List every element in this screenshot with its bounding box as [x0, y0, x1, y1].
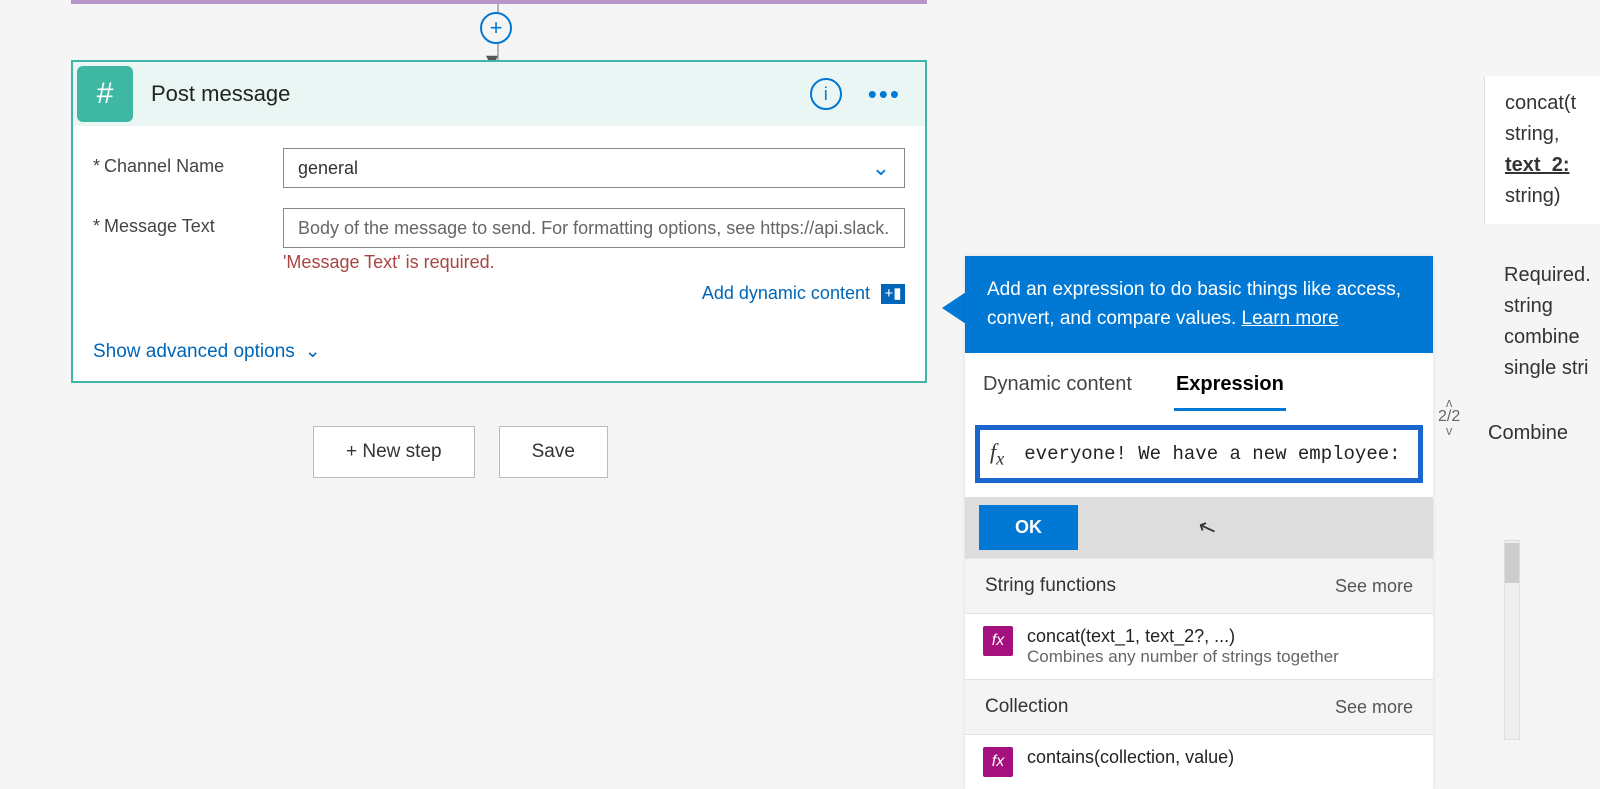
function-list: String functions See more fx concat(text…	[965, 558, 1433, 789]
tab-expression[interactable]: Expression	[1174, 365, 1286, 411]
function-name: contains(collection, value)	[1027, 747, 1234, 768]
message-text-input[interactable]	[283, 208, 905, 248]
function-desc: Combines any number of strings together	[1027, 647, 1339, 667]
show-advanced-options[interactable]: Show advanced options ⌄	[93, 340, 321, 363]
more-icon[interactable]: •••	[868, 79, 901, 110]
add-dynamic-icon: +▮	[881, 284, 905, 304]
section-string-functions: String functions See more	[965, 558, 1433, 614]
doc-line: concat(t	[1505, 88, 1600, 119]
add-dynamic-content-link[interactable]: Add dynamic content +▮	[283, 283, 905, 304]
section-collection: Collection See more	[965, 679, 1433, 735]
ok-row: OK ↖	[965, 497, 1433, 558]
fx-icon: fx	[983, 747, 1013, 777]
doc-tooltip-fragment-2: Required. string combine single stri	[1484, 260, 1600, 384]
pager-up-icon[interactable]: ʌ	[1438, 398, 1460, 408]
doc-line: string,	[1505, 119, 1600, 150]
doc-tooltip-fragment-3: Combine	[1484, 422, 1600, 445]
post-message-card: # Post message i ••• Channel Name genera…	[71, 60, 927, 383]
save-button[interactable]: Save	[499, 426, 608, 478]
fx-icon: fx	[990, 439, 1022, 469]
chevron-down-icon: ⌄	[305, 340, 321, 363]
new-step-button[interactable]: + New step	[313, 426, 475, 478]
pager: ʌ 2/2 v	[1438, 398, 1460, 437]
chevron-down-icon: ⌄	[872, 155, 890, 181]
doc-line: string)	[1505, 181, 1600, 212]
section-title: Collection	[985, 696, 1068, 718]
section-title: String functions	[985, 575, 1116, 597]
see-more-link[interactable]: See more	[1335, 576, 1413, 597]
dynamic-content-panel: Add an expression to do basic things lik…	[965, 256, 1433, 789]
card-header[interactable]: # Post message i •••	[73, 62, 925, 126]
tab-dynamic-content[interactable]: Dynamic content	[981, 365, 1134, 411]
ok-button[interactable]: OK	[979, 505, 1078, 550]
add-dynamic-content-label: Add dynamic content	[702, 283, 870, 303]
dc-callout-arrow	[942, 292, 966, 324]
message-error: 'Message Text' is required.	[283, 252, 905, 273]
dc-tabs: Dynamic content Expression	[965, 353, 1433, 411]
scroll-thumb[interactable]	[1505, 543, 1519, 583]
fx-icon: fx	[983, 626, 1013, 656]
pager-down-icon[interactable]: v	[1438, 426, 1460, 436]
function-name: concat(text_1, text_2?, ...)	[1027, 626, 1339, 647]
doc-line: single stri	[1504, 353, 1600, 384]
doc-line: Required.	[1504, 260, 1600, 291]
add-step-between-icon[interactable]: +	[480, 12, 512, 44]
message-text-label: Message Text	[93, 208, 283, 237]
function-concat[interactable]: fx concat(text_1, text_2?, ...) Combines…	[965, 614, 1433, 679]
previous-step-bar	[71, 0, 927, 4]
info-icon[interactable]: i	[810, 78, 842, 110]
channel-select-value: general	[298, 158, 358, 179]
doc-tooltip-fragment: concat(t string, text_2: string)	[1484, 76, 1600, 224]
scrollbar[interactable]	[1504, 540, 1520, 740]
channel-select[interactable]: general ⌄	[283, 148, 905, 188]
doc-line: text_2:	[1505, 150, 1600, 181]
dc-header: Add an expression to do basic things lik…	[965, 256, 1433, 353]
slack-icon: #	[77, 66, 133, 122]
expression-input[interactable]	[1022, 442, 1408, 466]
learn-more-link[interactable]: Learn more	[1242, 308, 1339, 329]
cursor-icon: ↖	[1194, 512, 1220, 543]
expression-input-wrap: fx	[975, 425, 1423, 483]
channel-name-label: Channel Name	[93, 148, 283, 177]
doc-line: combine	[1504, 322, 1600, 353]
see-more-link[interactable]: See more	[1335, 697, 1413, 718]
function-contains[interactable]: fx contains(collection, value)	[965, 735, 1433, 789]
dc-header-text: Add an expression to do basic things lik…	[987, 279, 1401, 329]
card-title: Post message	[151, 81, 810, 107]
doc-line: string	[1504, 291, 1600, 322]
card-body: Channel Name general ⌄ Message Text 'Mes…	[73, 126, 925, 381]
button-row: + New step Save	[313, 426, 608, 478]
show-advanced-label: Show advanced options	[93, 341, 295, 363]
